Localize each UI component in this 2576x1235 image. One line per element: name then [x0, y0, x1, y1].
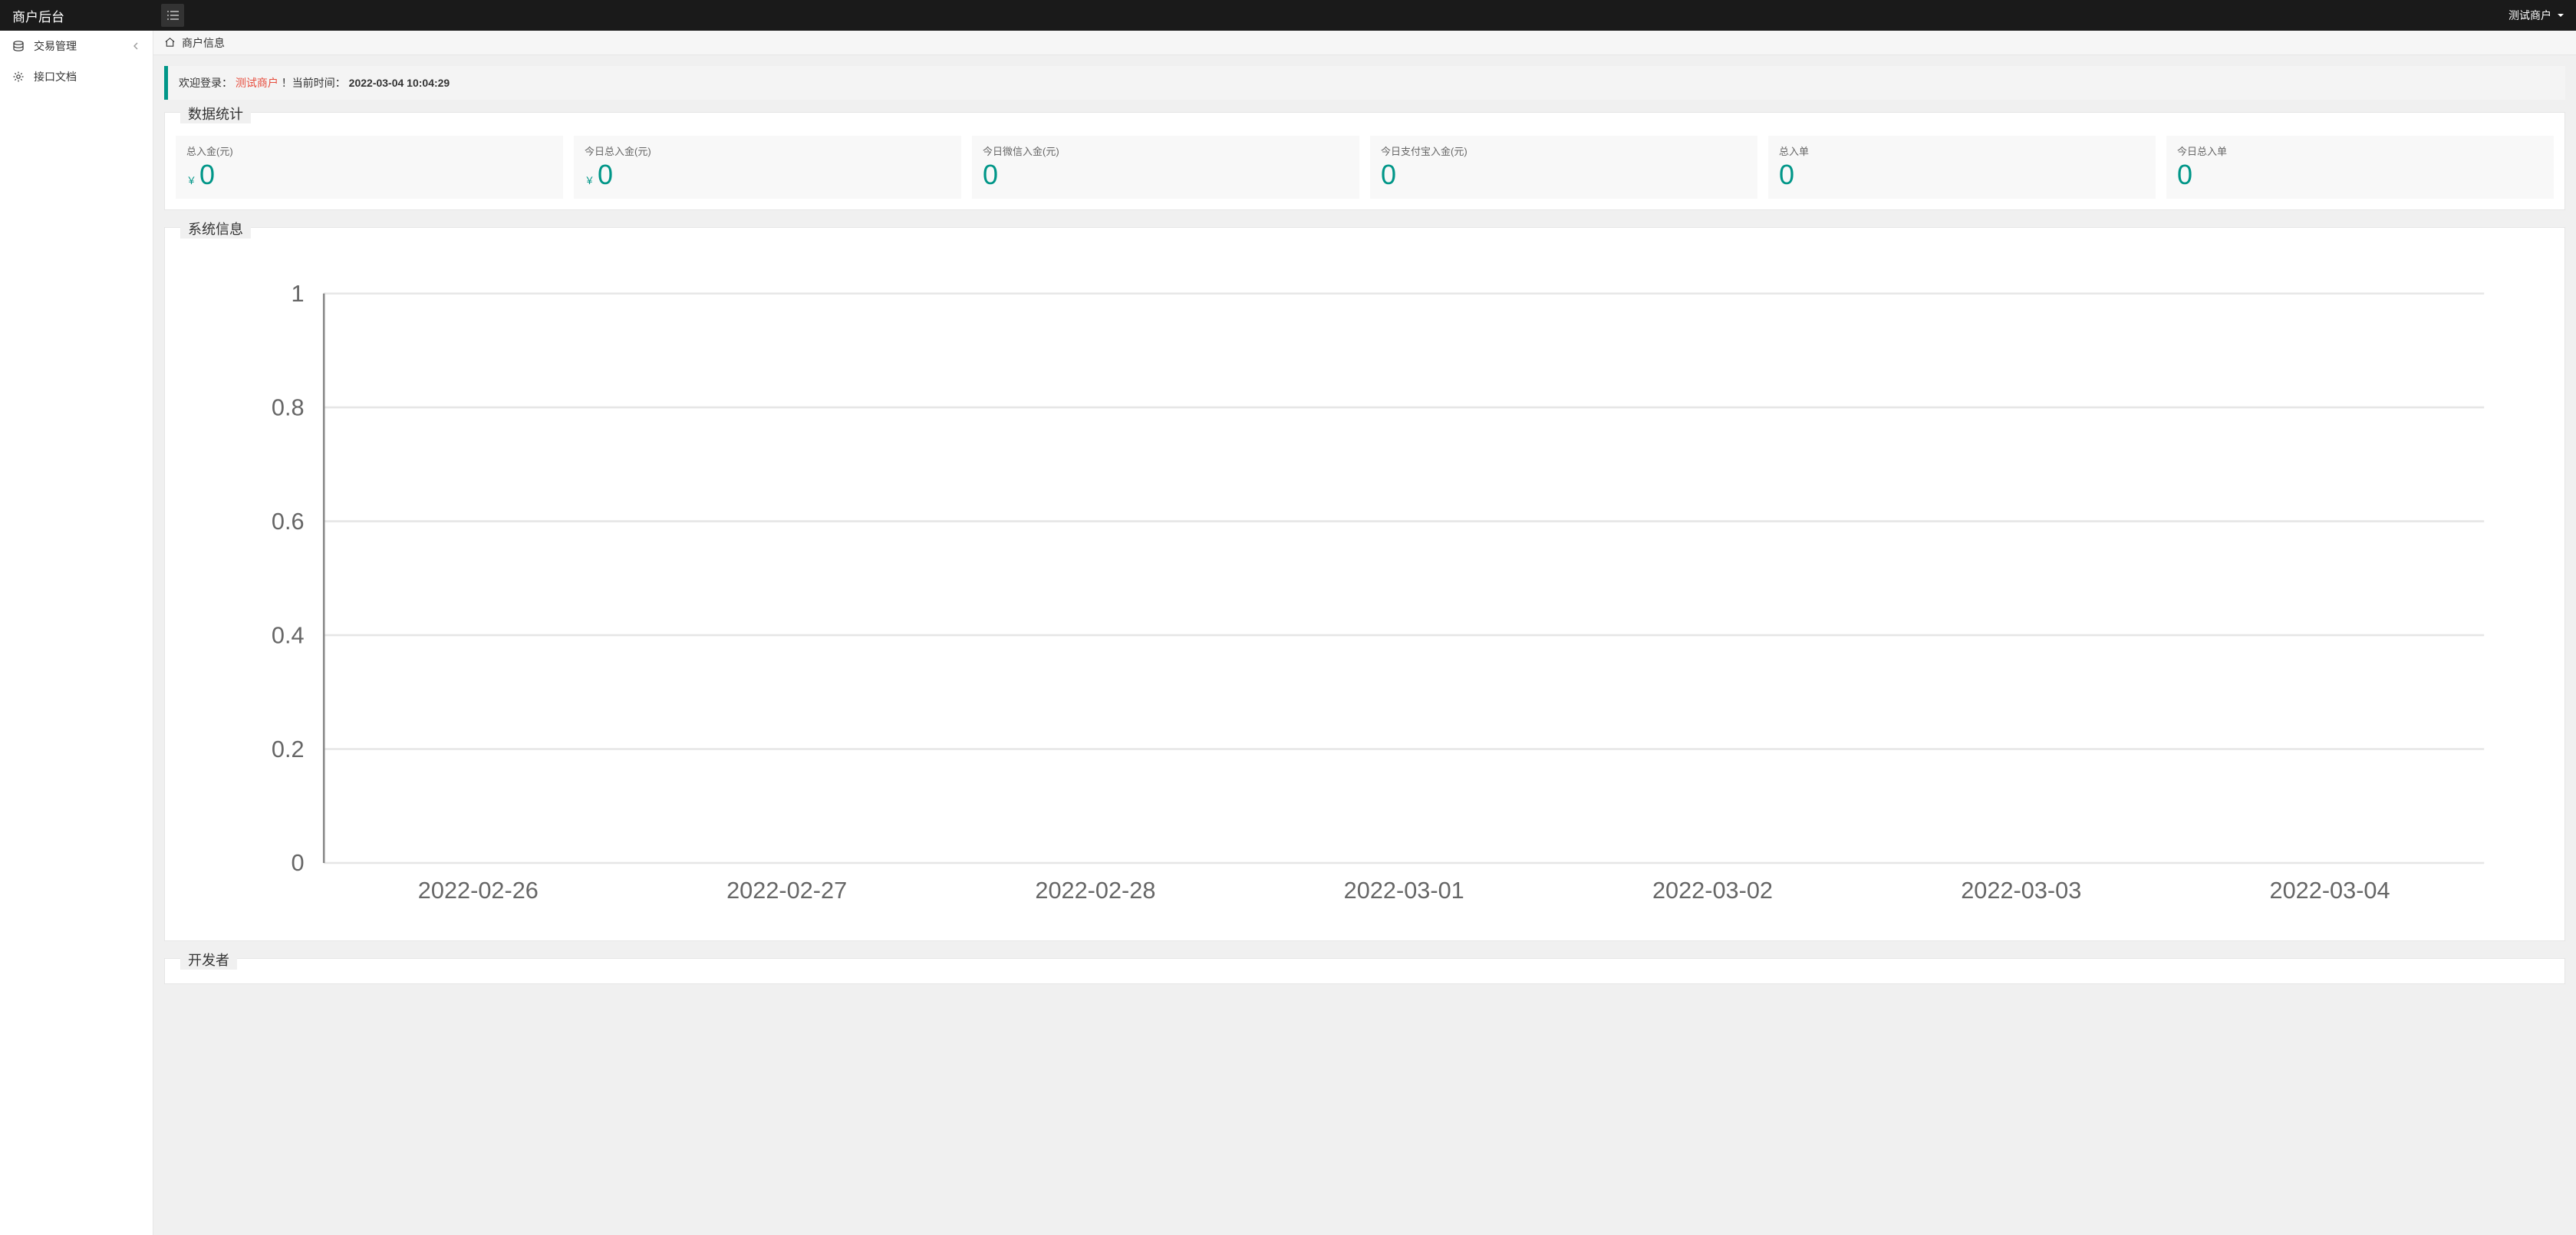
app-title-text: 商户后台: [12, 10, 64, 25]
welcome-prefix: 欢迎登录：: [179, 77, 232, 89]
stats-panel-title: 数据统计: [180, 104, 251, 123]
system-panel: 系统信息 00.20.40.60.812022-02-262022-02-272…: [164, 227, 2565, 941]
welcome-time: 2022-03-04 10:04:29: [349, 77, 450, 89]
svg-text:0.2: 0.2: [272, 736, 305, 762]
stat-value: 0: [1779, 161, 1794, 189]
stat-card: 总入金(元) ￥0: [176, 136, 563, 199]
svg-text:2022-03-01: 2022-03-01: [1344, 877, 1464, 904]
home-icon: [164, 37, 176, 48]
stat-card: 今日总入金(元) ￥0: [574, 136, 961, 199]
app-title: 商户后台: [0, 6, 153, 25]
sidebar-item-label: 接口文档: [34, 69, 140, 84]
svg-text:0.4: 0.4: [272, 621, 305, 648]
stat-value: 0: [983, 161, 998, 189]
user-dropdown[interactable]: 测试商户: [2508, 8, 2576, 23]
stat-card: 今日支付宝入金(元) 0: [1370, 136, 1757, 199]
stat-title: 总入单: [1779, 143, 2145, 158]
svg-text:2022-02-26: 2022-02-26: [418, 877, 539, 904]
welcome-banner: 欢迎登录： 测试商户 ！当前时间： 2022-03-04 10:04:29: [164, 66, 2565, 100]
caret-down-icon: [2556, 11, 2565, 20]
chevron-left-icon: [131, 41, 140, 51]
developer-panel-title: 开发者: [180, 950, 237, 970]
svg-text:1: 1: [292, 280, 305, 307]
stat-title: 今日总入金(元): [585, 143, 950, 158]
stat-title: 今日微信入金(元): [983, 143, 1349, 158]
stat-value: 0: [199, 161, 215, 189]
system-panel-title: 系统信息: [180, 219, 251, 239]
svg-text:2022-03-03: 2022-03-03: [1961, 877, 2081, 904]
sidebar: 交易管理 接口文档: [0, 31, 153, 1235]
svg-text:2022-02-28: 2022-02-28: [1035, 877, 1155, 904]
stat-value: 0: [2177, 161, 2192, 189]
stat-value-row: 0: [983, 161, 1349, 189]
stat-title: 今日总入单: [2177, 143, 2543, 158]
stat-title: 总入金(元): [186, 143, 552, 158]
main-content: 商户信息 欢迎登录： 测试商户 ！当前时间： 2022-03-04 10:04:…: [153, 31, 2576, 1235]
stat-value-row: 0: [2177, 161, 2543, 189]
chart: 0 0.2 0.4 0.6 0.8 1 2022-02-26 2022-02-27 2022-0…: [186, 274, 2543, 922]
stat-title: 今日支付宝入金(元): [1381, 143, 1747, 158]
breadcrumb: 商户信息: [153, 31, 2576, 55]
sidebar-item-transactions[interactable]: 交易管理: [0, 31, 153, 61]
sidebar-item-api-docs[interactable]: 接口文档: [0, 61, 153, 92]
stat-value: 0: [1381, 161, 1396, 189]
user-name: 测试商户: [2508, 8, 2551, 23]
stat-value-row: ￥0: [186, 161, 552, 189]
welcome-suffix: ！当前时间：: [282, 77, 346, 89]
currency-sign: ￥: [186, 173, 196, 187]
chart-container: 0 0.2 0.4 0.6 0.8 1 2022-02-26 2022-02-27 2022-0…: [176, 251, 2554, 930]
stat-card: 今日微信入金(元) 0: [972, 136, 1359, 199]
menu-list-icon: [166, 10, 179, 21]
svg-text:0.8: 0.8: [272, 394, 305, 420]
stat-value-row: ￥0: [585, 161, 950, 189]
sidebar-toggle-button[interactable]: [161, 4, 184, 27]
stat-value-row: 0: [1381, 161, 1747, 189]
svg-text:2022-03-02: 2022-03-02: [1652, 877, 1773, 904]
stat-value: 0: [598, 161, 613, 189]
gear-icon: [12, 71, 25, 83]
welcome-merchant-name: 测试商户: [236, 77, 278, 89]
stat-card: 总入单 0: [1768, 136, 2156, 199]
topbar: 商户后台 测试商户: [0, 0, 2576, 31]
developer-panel: 开发者: [164, 958, 2565, 984]
stack-icon: [12, 40, 25, 52]
stat-card: 今日总入单 0: [2166, 136, 2554, 199]
stats-panel: 数据统计 总入金(元)￥0今日总入金(元)￥0今日微信入金(元)0今日支付宝入金…: [164, 112, 2565, 210]
stat-value-row: 0: [1779, 161, 2145, 189]
svg-text:2022-03-04: 2022-03-04: [2270, 877, 2390, 904]
svg-text:0.6: 0.6: [272, 508, 305, 535]
sidebar-item-label: 交易管理: [34, 38, 131, 54]
currency-sign: ￥: [585, 173, 595, 187]
breadcrumb-title: 商户信息: [182, 35, 225, 51]
svg-text:0: 0: [292, 849, 305, 876]
svg-text:2022-02-27: 2022-02-27: [726, 877, 847, 904]
